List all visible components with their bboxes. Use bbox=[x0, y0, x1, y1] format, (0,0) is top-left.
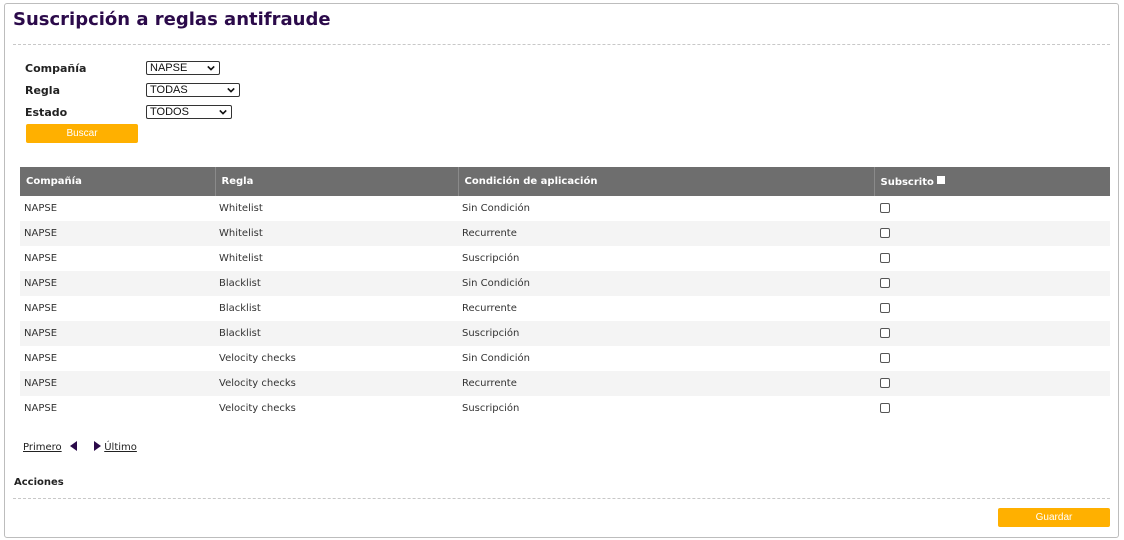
cell-subscribed bbox=[874, 296, 1110, 321]
cell-condition: Recurrente bbox=[458, 371, 874, 396]
cell-subscribed bbox=[874, 396, 1110, 421]
column-header-subscribed-label: Subscrito bbox=[880, 176, 934, 188]
cell-company: NAPSE bbox=[24, 203, 58, 214]
subscribe-checkbox[interactable] bbox=[880, 253, 890, 263]
subscribe-checkbox[interactable] bbox=[880, 403, 890, 413]
table-row: NAPSE Velocity checks Recurrente bbox=[20, 371, 1110, 396]
table-row: NAPSE Blacklist Recurrente bbox=[20, 296, 1110, 321]
cell-rule: Whitelist bbox=[219, 203, 263, 214]
cell-subscribed bbox=[874, 271, 1110, 296]
cell-rule: Velocity checks bbox=[215, 371, 458, 396]
cell-rule: Whitelist bbox=[219, 253, 263, 264]
cell-rule: Blacklist bbox=[219, 303, 261, 314]
cell-condition: Recurrente bbox=[458, 221, 874, 246]
search-button[interactable]: Buscar bbox=[26, 124, 138, 143]
cell-condition: Recurrente bbox=[462, 303, 517, 314]
subscribe-checkbox[interactable] bbox=[880, 303, 890, 313]
rule-select[interactable]: TODAS bbox=[146, 83, 240, 97]
actions-divider bbox=[13, 498, 1110, 499]
company-select[interactable]: NAPSE bbox=[146, 61, 220, 75]
cell-subscribed bbox=[874, 221, 1110, 246]
title-divider bbox=[13, 44, 1110, 45]
next-page-icon[interactable] bbox=[93, 441, 102, 451]
rule-filter-label: Regla bbox=[25, 84, 60, 97]
pagination: Primero Último bbox=[23, 441, 137, 453]
column-header-subscribed: Subscrito bbox=[874, 167, 1110, 196]
chevron-down-icon bbox=[219, 109, 227, 115]
last-page-link[interactable]: Último bbox=[104, 442, 137, 453]
rules-table: Compañía Regla Condición de aplicación S… bbox=[20, 167, 1110, 421]
cell-company: NAPSE bbox=[20, 271, 215, 296]
table-row: NAPSE Velocity checks Suscripción bbox=[20, 396, 1110, 421]
table-row: NAPSE Whitelist Recurrente bbox=[20, 221, 1110, 246]
save-button[interactable]: Guardar bbox=[998, 508, 1110, 527]
cell-company: NAPSE bbox=[20, 371, 215, 396]
cell-company: NAPSE bbox=[20, 221, 215, 246]
rule-select-value: TODAS bbox=[150, 84, 188, 96]
subscribe-checkbox[interactable] bbox=[880, 203, 890, 213]
state-filter-label: Estado bbox=[25, 106, 68, 119]
company-filter-label: Compañía bbox=[25, 62, 87, 75]
page-title: Suscripción a reglas antifraude bbox=[13, 9, 331, 30]
company-select-value: NAPSE bbox=[150, 62, 188, 74]
cell-rule: Blacklist bbox=[215, 271, 458, 296]
first-page-link[interactable]: Primero bbox=[23, 442, 62, 453]
cell-condition: Suscripción bbox=[462, 253, 520, 264]
cell-company: NAPSE bbox=[24, 253, 58, 264]
cell-rule: Blacklist bbox=[215, 321, 458, 346]
actions-label: Acciones bbox=[14, 477, 64, 488]
subscribe-checkbox[interactable] bbox=[880, 228, 890, 238]
chevron-down-icon bbox=[207, 65, 215, 71]
cell-subscribed bbox=[874, 346, 1110, 371]
cell-condition: Sin Condición bbox=[462, 353, 530, 364]
cell-rule: Velocity checks bbox=[219, 403, 296, 414]
cell-subscribed bbox=[874, 371, 1110, 396]
cell-company: NAPSE bbox=[24, 353, 58, 364]
state-select-value: TODOS bbox=[150, 106, 189, 118]
table-row: NAPSE Blacklist Sin Condición bbox=[20, 271, 1110, 296]
cell-company: NAPSE bbox=[24, 403, 58, 414]
subscribe-checkbox[interactable] bbox=[880, 328, 890, 338]
subscribe-checkbox[interactable] bbox=[880, 353, 890, 363]
table-row: NAPSE Velocity checks Sin Condición bbox=[20, 346, 1110, 371]
main-panel: Suscripción a reglas antifraude Compañía… bbox=[4, 3, 1119, 538]
table-header-row: Compañía Regla Condición de aplicación S… bbox=[20, 167, 1110, 196]
cell-rule: Whitelist bbox=[215, 221, 458, 246]
column-header-condition: Condición de aplicación bbox=[458, 167, 875, 196]
cell-company: NAPSE bbox=[20, 321, 215, 346]
previous-page-icon[interactable] bbox=[69, 441, 78, 451]
state-select[interactable]: TODOS bbox=[146, 105, 232, 119]
cell-condition: Sin Condición bbox=[458, 271, 874, 296]
table-row: NAPSE Whitelist Suscripción bbox=[20, 246, 1110, 271]
column-header-rule: Regla bbox=[215, 167, 459, 196]
subscribe-checkbox[interactable] bbox=[880, 278, 890, 288]
cell-condition: Suscripción bbox=[462, 403, 520, 414]
select-all-checkbox[interactable] bbox=[936, 175, 945, 184]
column-header-company: Compañía bbox=[20, 167, 216, 196]
chevron-down-icon bbox=[227, 87, 235, 93]
cell-company: NAPSE bbox=[24, 303, 58, 314]
cell-condition: Suscripción bbox=[458, 321, 874, 346]
cell-condition: Sin Condición bbox=[462, 203, 530, 214]
cell-subscribed bbox=[874, 196, 1110, 221]
table-row: NAPSE Whitelist Sin Condición bbox=[20, 196, 1110, 221]
cell-subscribed bbox=[874, 321, 1110, 346]
cell-subscribed bbox=[874, 246, 1110, 271]
cell-rule: Velocity checks bbox=[219, 353, 296, 364]
subscribe-checkbox[interactable] bbox=[880, 378, 890, 388]
table-row: NAPSE Blacklist Suscripción bbox=[20, 321, 1110, 346]
